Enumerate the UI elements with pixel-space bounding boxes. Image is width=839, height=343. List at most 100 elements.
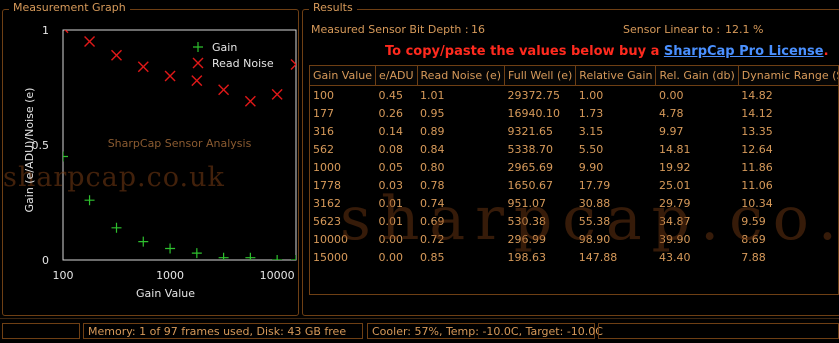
table-cell: 316 (313, 124, 334, 138)
sensor-linear-value: 12.1 % (725, 23, 764, 36)
table-cell: 12.64 (741, 142, 773, 156)
table-row[interactable]: 177 0.26 0.95 16940.10 1.73 4.78 14.12 (310, 104, 838, 122)
table-cell: 19.92 (658, 160, 691, 174)
table-cell: 951.07 (507, 196, 547, 210)
read-noise-point (164, 70, 176, 82)
table-cell: 1.01 (420, 88, 445, 102)
column-header[interactable]: Read Noise (e) (417, 66, 506, 86)
read-noise-point (111, 49, 122, 61)
gain-point (272, 255, 283, 260)
table-cell: 0.03 (378, 178, 404, 192)
read-noise-point (218, 84, 230, 96)
chart-watermark: SharpCap Sensor Analysis (108, 137, 252, 150)
table-cell: 0.72 (420, 232, 445, 246)
table-cell: 100 (313, 88, 334, 102)
table-cell: 5.50 (578, 142, 604, 156)
gain-point (63, 151, 68, 162)
results-panel: Results Measured Sensor Bit Depth : 16 S… (302, 1, 839, 316)
y-tick-label: 0 (42, 254, 49, 267)
table-cell: 5623 (313, 214, 341, 228)
table-cell: 0.84 (420, 142, 445, 156)
table-cell: 0.95 (420, 106, 445, 120)
results-table: Gain Value e/ADU Read Noise (e) Full Well (… (310, 66, 838, 266)
table-cell: 0.08 (378, 142, 404, 156)
table-header-row: Gain Value e/ADU Read Noise (e) Full Well (… (310, 66, 838, 86)
table-cell: 0.05 (378, 160, 404, 174)
table-cell: 2965.69 (507, 160, 554, 174)
gain-point (138, 236, 149, 247)
x-axis-label: Gain Value (136, 287, 195, 300)
read-noise-point (244, 95, 256, 107)
table-cell: 30.88 (578, 196, 611, 210)
table-cell: 9.97 (658, 124, 684, 138)
table-cell: 25.01 (658, 178, 691, 192)
table-cell: 10.34 (741, 196, 773, 210)
table-cell: 0.14 (378, 124, 404, 138)
table-cell: 296.99 (507, 232, 547, 246)
table-row[interactable]: 100 0.45 1.01 29372.75 1.00 0.00 14.82 (310, 86, 838, 105)
table-cell: 0.00 (378, 250, 404, 264)
table-cell: 43.40 (658, 250, 691, 264)
table-cell: 0.26 (378, 106, 404, 120)
table-cell: 9321.65 (507, 124, 554, 138)
gain-point (245, 252, 256, 260)
legend-gain-marker (193, 42, 203, 52)
table-cell: 0.74 (420, 196, 445, 210)
bit-depth-value: 16 (471, 23, 485, 36)
table-cell: 9.59 (741, 214, 766, 228)
memory-status: Memory: 1 of 97 frames used, Disk: 43 GB… (83, 323, 363, 339)
table-cell: 7.88 (741, 250, 766, 264)
site-watermark: sharpcap.co.uk (3, 162, 225, 193)
bit-depth-label: Measured Sensor Bit Depth : (311, 23, 469, 36)
sharpcap-pro-license-link[interactable]: SharpCap Pro License (664, 44, 824, 59)
column-header[interactable]: Dynamic Range (Stops) (738, 66, 838, 86)
table-row[interactable]: 3162 0.01 0.74 951.07 30.88 29.79 10.34 (310, 194, 838, 212)
table-cell: 3.15 (578, 124, 604, 138)
table-cell: 14.12 (741, 106, 773, 120)
status-cell-spare (598, 323, 839, 339)
gain-point (191, 248, 202, 259)
read-noise-point (84, 36, 96, 47)
measurement-chart: SharpCap Sensor Analysis sharpcap.co.uk 10… (3, 24, 297, 300)
table-cell: 530.38 (507, 214, 547, 228)
column-header[interactable]: Gain Value (310, 66, 376, 86)
table-cell: 1650.67 (507, 178, 554, 192)
x-tick-label: 1000 (156, 269, 184, 282)
column-header[interactable]: Relative Gain (575, 66, 657, 86)
status-bar: Memory: 1 of 97 frames used, Disk: 43 GB… (0, 318, 839, 343)
column-header[interactable]: Full Well (e) (504, 66, 577, 86)
table-row[interactable]: 1778 0.03 0.78 1650.67 17.79 25.01 11.06 (310, 176, 838, 194)
table-cell: 98.90 (578, 232, 611, 246)
table-cell: 177 (313, 106, 334, 120)
read-noise-point (191, 75, 203, 87)
results-table-container[interactable]: Gain Value e/ADU Read Noise (e) Full Well (… (309, 65, 839, 295)
table-cell: 10000 (313, 232, 348, 246)
table-row[interactable]: 15000 0.00 0.85 198.63 147.88 43.40 7.88 (310, 248, 838, 266)
table-cell: 198.63 (507, 250, 547, 264)
table-cell: 562 (313, 142, 334, 156)
table-cell: 4.78 (658, 106, 684, 120)
table-row[interactable]: 5623 0.01 0.69 530.38 55.38 34.87 9.59 (310, 212, 838, 230)
measurement-graph-panel: Measurement Graph SharpCap Sensor Analys… (2, 1, 299, 316)
gain-point (111, 222, 122, 233)
table-row[interactable]: 562 0.08 0.84 5338.70 5.50 14.81 12.64 (310, 140, 838, 158)
gain-point (84, 195, 95, 206)
buy-license-suffix: . (823, 44, 829, 59)
table-cell: 13.35 (741, 124, 773, 138)
table-row[interactable]: 1000 0.05 0.80 2965.69 9.90 19.92 11.86 (310, 158, 838, 176)
table-cell: 15000 (313, 250, 348, 264)
read-noise-point (137, 61, 149, 73)
buy-license-text: To copy/paste the values below buy a (385, 44, 664, 59)
column-header[interactable]: e/ADU (375, 66, 418, 86)
table-row[interactable]: 316 0.14 0.89 9321.65 3.15 9.97 13.35 (310, 122, 838, 140)
table-cell: 5338.70 (507, 142, 554, 156)
status-cell-empty (2, 323, 80, 339)
table-cell: 29372.75 (507, 88, 561, 102)
x-tick-label: 10000 (260, 269, 295, 282)
table-cell: 14.81 (658, 142, 691, 156)
column-header[interactable]: Rel. Gain (db) (655, 66, 739, 86)
table-cell: 11.86 (741, 160, 773, 174)
results-panel-title: Results (309, 1, 357, 14)
table-row[interactable]: 10000 0.00 0.72 296.99 98.90 39.90 8.69 (310, 230, 838, 248)
sensor-linear-label: Sensor Linear to : (623, 23, 721, 36)
